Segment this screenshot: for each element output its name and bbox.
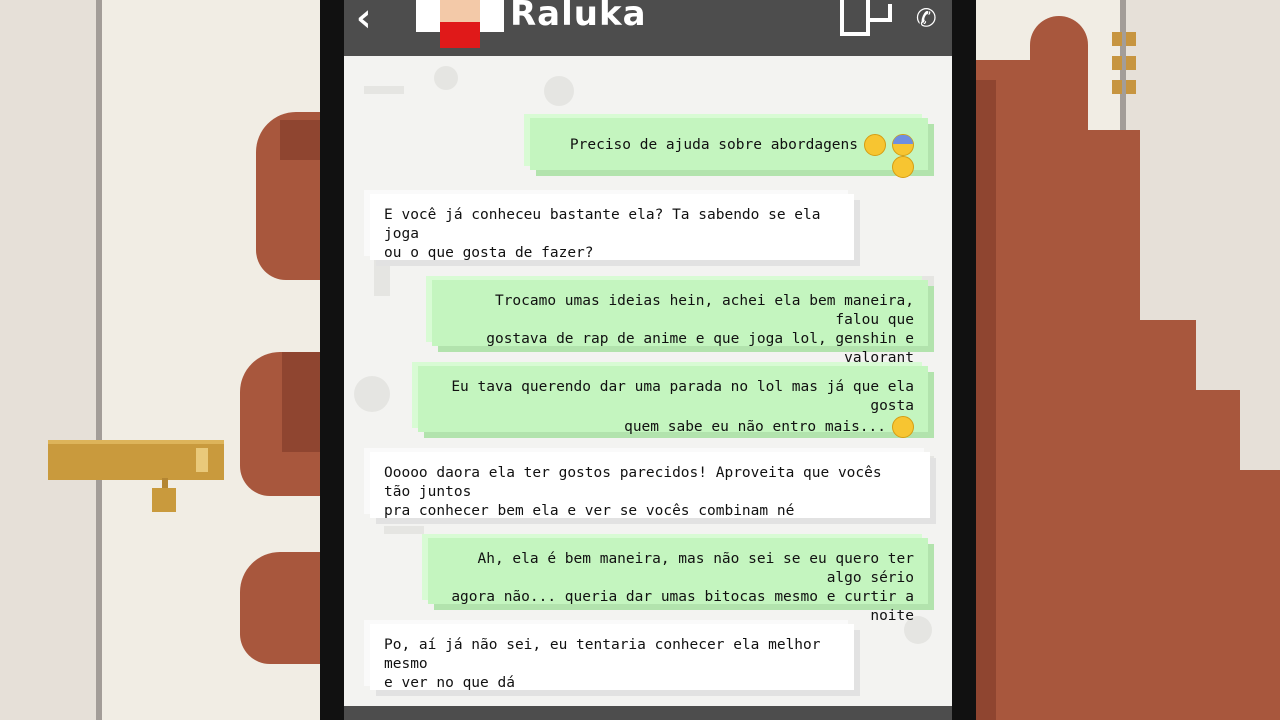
message-text: agora não... queria dar umas bitocas mes… <box>451 589 914 624</box>
hinge-icon <box>1126 32 1136 46</box>
hushed-face-icon <box>892 156 914 178</box>
message-sent[interactable]: Eu tava querendo dar uma parada no lol m… <box>418 366 928 438</box>
squinting-tongue-face-icon <box>892 416 914 438</box>
hinge-icon <box>1112 80 1122 94</box>
message-received[interactable]: E você já conheceu bastante ela? Ta sabe… <box>370 194 854 261</box>
worried-face-icon <box>864 134 886 156</box>
door-lock-knob <box>152 488 176 512</box>
back-arrow-icon[interactable]: ‹ <box>352 0 376 40</box>
finger-shadow <box>282 352 322 452</box>
finger-left-bottom <box>240 552 326 664</box>
message-text: Ah, ela é bem maneira, mas não sei se eu… <box>477 551 915 586</box>
message-text: quem sabe eu não entro mais... <box>624 419 886 435</box>
door-frame-left <box>96 0 102 720</box>
palm-edge <box>1236 470 1280 720</box>
palm-mid <box>1084 130 1140 720</box>
message-text: Trocamo umas ideias hein, achei ela bem … <box>494 293 914 328</box>
message-text: e ver no que dá <box>384 675 515 691</box>
video-call-lens <box>870 4 892 22</box>
palm-shadow <box>976 80 996 720</box>
door-handle-slot <box>196 448 208 472</box>
hinge-icon <box>1126 56 1136 70</box>
contact-name[interactable]: Raluka <box>510 0 647 38</box>
palm-lower-2 <box>1190 390 1240 720</box>
palm-lower <box>1136 320 1196 720</box>
message-sent[interactable]: Preciso de ajuda sobre abordagens <box>530 118 928 178</box>
message-text: Ooooo daora ela ter gostos parecidos! Ap… <box>384 465 882 500</box>
video-call-icon[interactable] <box>840 0 870 36</box>
hinge-icon <box>1126 80 1136 94</box>
chat-input-bar[interactable] <box>344 706 952 720</box>
thumb <box>1030 16 1088 720</box>
message-text: pra conhecer bem ela e ver se vocês comb… <box>384 503 795 519</box>
phone-call-icon[interactable]: ✆ <box>916 0 946 40</box>
screaming-face-icon <box>892 134 914 156</box>
message-received[interactable]: Ooooo daora ela ter gostos parecidos! Ap… <box>370 452 930 519</box>
message-sent[interactable]: Trocamo umas ideias hein, achei ela bem … <box>432 280 928 366</box>
message-text: gostava de rap de anime e que joga lol, … <box>486 331 914 366</box>
message-text: Preciso de ajuda sobre abordagens <box>569 137 858 153</box>
message-text: Eu tava querendo dar uma parada no lol m… <box>451 379 914 414</box>
avatar-hair-right <box>476 0 504 32</box>
message-sent[interactable]: Ah, ela é bem maneira, mas não sei se eu… <box>428 538 928 624</box>
hinge-icon <box>1112 56 1122 70</box>
message-text: Po, aí já não sei, eu tentaria conhecer … <box>384 637 821 672</box>
finger-shadow <box>280 120 320 160</box>
message-received[interactable]: Po, aí já não sei, eu tentaria conhecer … <box>370 624 854 691</box>
message-text: E você já conheceu bastante ela? Ta sabe… <box>384 207 821 242</box>
avatar-shirt <box>440 22 480 48</box>
hinge-icon <box>1112 32 1122 46</box>
message-text: ou o que gosta de fazer? <box>384 245 594 261</box>
